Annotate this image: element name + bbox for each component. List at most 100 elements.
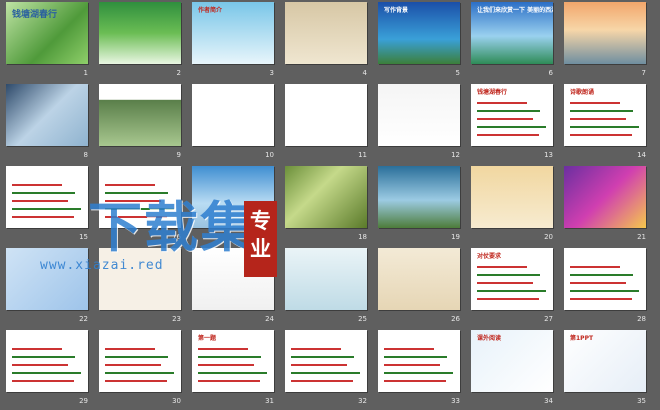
slide-thumbnail-18[interactable] — [285, 166, 367, 228]
slide-text-line — [12, 372, 81, 374]
slide-thumbnail-30[interactable] — [99, 330, 181, 392]
slide-thumbnail-13[interactable]: 钱塘湖春行 — [471, 84, 553, 146]
slide-number: 33 — [451, 397, 460, 405]
slide-text-line — [291, 356, 354, 358]
slide-text-line — [12, 380, 74, 382]
slide-number: 13 — [544, 151, 553, 159]
slide-number: 10 — [265, 151, 274, 159]
slide-number: 20 — [544, 233, 553, 241]
slide-text-line — [477, 290, 546, 292]
slide-text-line — [12, 200, 68, 202]
slide-number: 22 — [79, 315, 88, 323]
slide-number: 6 — [548, 69, 553, 77]
slide-thumbnail-3[interactable]: 作者简介 — [192, 2, 274, 64]
slide-thumbnail-21[interactable] — [564, 166, 646, 228]
slide-text-line — [477, 134, 539, 136]
slide-text-line — [291, 348, 341, 350]
slide-text-line — [477, 110, 540, 112]
slide-thumbnail-14[interactable]: 诗歌朗诵 — [564, 84, 646, 146]
slide-title: 课外阅读 — [477, 335, 502, 342]
slide-thumbnail-32[interactable] — [285, 330, 367, 392]
slide-text-line — [198, 380, 260, 382]
slide-title: 作者简介 — [198, 7, 223, 14]
slide-thumbnail-31[interactable]: 第一题 — [192, 330, 274, 392]
slide-text-line — [384, 372, 453, 374]
slide-thumbnail-9[interactable] — [99, 84, 181, 146]
slide-text-line — [105, 364, 161, 366]
slide-text-line — [12, 184, 62, 186]
slide-thumbnail-1[interactable]: 钱塘湖春行 — [6, 2, 88, 64]
slide-thumbnail-12[interactable] — [378, 84, 460, 146]
slide-title: 钱塘湖春行 — [477, 89, 508, 96]
slide-number: 1 — [83, 69, 88, 77]
slide-text-line — [105, 372, 174, 374]
slide-thumbnail-29[interactable] — [6, 330, 88, 392]
slide-number: 18 — [358, 233, 367, 241]
watermark-badge: 专业 — [244, 201, 277, 277]
slide-title: 对仗要求 — [477, 253, 502, 260]
slide-text-line — [477, 298, 539, 300]
slide-thumbnail-8[interactable] — [6, 84, 88, 146]
slide-number: 21 — [637, 233, 646, 241]
slide-number: 31 — [265, 397, 274, 405]
slide-title: 第1PPT — [570, 335, 594, 342]
watermark-brand: 下载集 — [88, 196, 256, 259]
slide-text-line — [570, 266, 620, 268]
slide-number: 29 — [79, 397, 88, 405]
slide-text-line — [12, 208, 81, 210]
slide-text-line — [291, 364, 347, 366]
slide-number: 30 — [172, 397, 181, 405]
slide-number: 28 — [637, 315, 646, 323]
slide-thumbnail-25[interactable] — [285, 248, 367, 310]
slide-text-line — [105, 348, 155, 350]
slide-number: 27 — [544, 315, 553, 323]
slide-text-line — [570, 290, 639, 292]
slide-text-line — [12, 192, 75, 194]
slide-thumbnail-19[interactable] — [378, 166, 460, 228]
slide-number: 4 — [362, 69, 367, 77]
slide-text-line — [12, 216, 74, 218]
slide-number: 25 — [358, 315, 367, 323]
slide-thumbnail-28[interactable] — [564, 248, 646, 310]
slide-number: 8 — [83, 151, 88, 159]
slide-text-line — [384, 380, 446, 382]
slide-thumbnail-33[interactable] — [378, 330, 460, 392]
slide-text-line — [384, 348, 434, 350]
slide-thumbnail-34[interactable]: 课外阅读 — [471, 330, 553, 392]
slide-thumbnail-6[interactable]: 让我们来欣赏一下 美丽的西湖 — [471, 2, 553, 64]
slide-thumbnail-15[interactable] — [6, 166, 88, 228]
slide-text-line — [198, 372, 267, 374]
slide-title: 诗歌朗诵 — [570, 89, 595, 96]
slide-thumbnail-27[interactable]: 对仗要求 — [471, 248, 553, 310]
slide-text-line — [12, 364, 68, 366]
slide-thumbnail-10[interactable] — [192, 84, 274, 146]
slide-text-line — [570, 282, 626, 284]
slide-thumbnail-20[interactable] — [471, 166, 553, 228]
slide-text-line — [384, 356, 447, 358]
slide-text-line — [477, 274, 540, 276]
slide-thumbnail-5[interactable]: 写作背景 — [378, 2, 460, 64]
slide-thumbnail-26[interactable] — [378, 248, 460, 310]
watermark-url: www.xiazai.red — [40, 258, 164, 273]
slide-title: 第一题 — [198, 335, 217, 342]
slide-thumbnail-11[interactable] — [285, 84, 367, 146]
slide-text-line — [105, 380, 167, 382]
slide-title: 钱塘湖春行 — [12, 10, 58, 20]
slide-text-line — [570, 134, 632, 136]
slide-thumbnail-2[interactable] — [99, 2, 181, 64]
slide-text-line — [570, 118, 626, 120]
slide-text-line — [477, 126, 546, 128]
slide-number: 35 — [637, 397, 646, 405]
slide-number: 9 — [176, 151, 181, 159]
slide-number: 19 — [451, 233, 460, 241]
slide-thumbnail-35[interactable]: 第1PPT — [564, 330, 646, 392]
slide-text-line — [291, 380, 353, 382]
slide-thumbnail-4[interactable] — [285, 2, 367, 64]
slide-number: 14 — [637, 151, 646, 159]
slide-text-line — [570, 102, 620, 104]
slide-thumbnail-7[interactable] — [564, 2, 646, 64]
slide-text-line — [477, 118, 533, 120]
slide-text-line — [570, 126, 639, 128]
slide-number: 23 — [172, 315, 181, 323]
slide-number: 3 — [269, 69, 274, 77]
